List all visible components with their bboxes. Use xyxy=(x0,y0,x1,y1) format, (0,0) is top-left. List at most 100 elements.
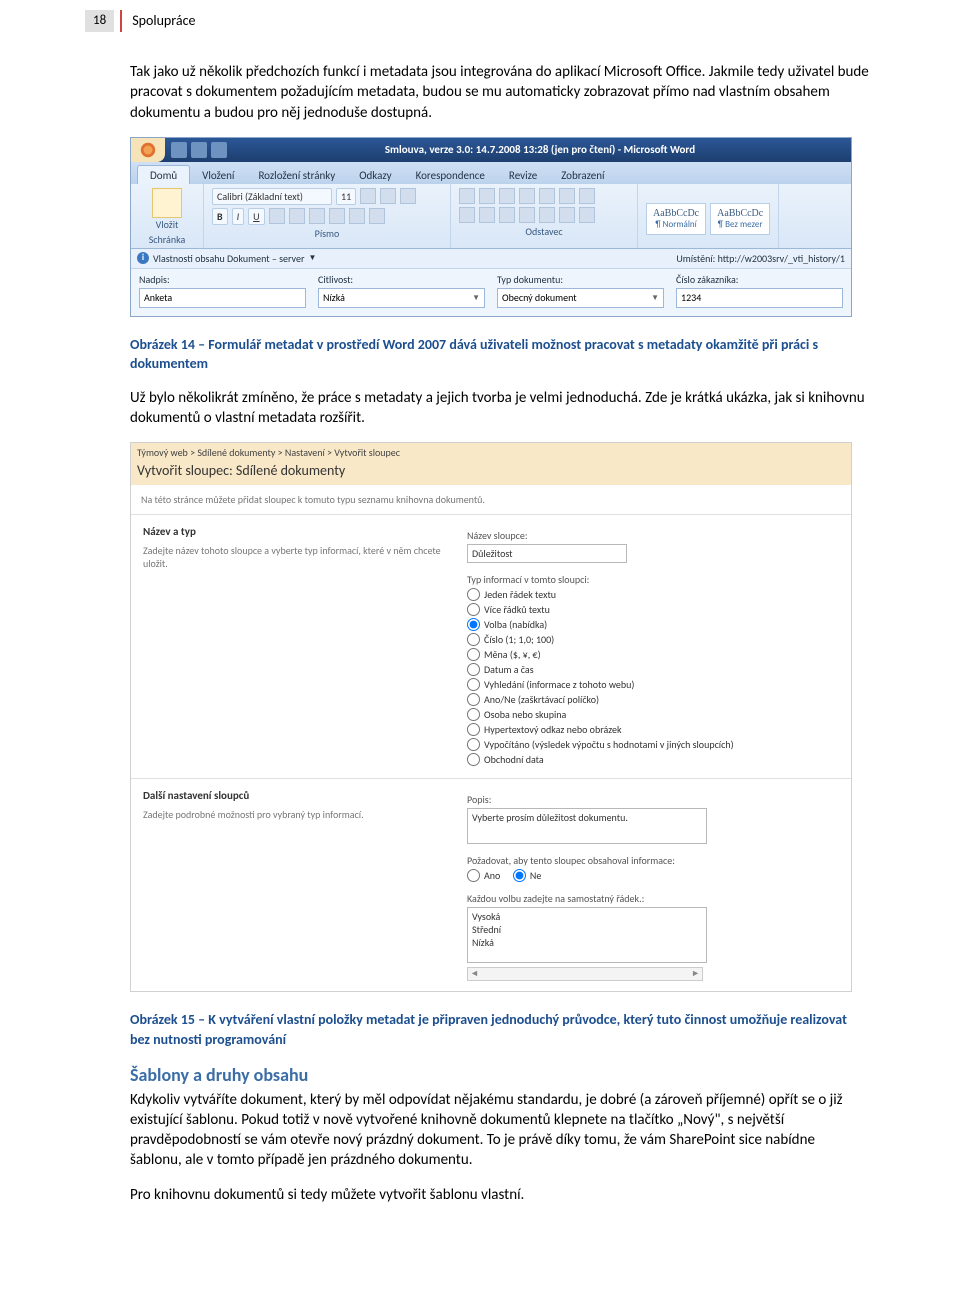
font-size-input[interactable]: 11 xyxy=(336,188,356,205)
require-yes-label: Ano xyxy=(484,869,500,882)
type-radio[interactable] xyxy=(467,633,480,646)
qat-save-icon[interactable] xyxy=(171,142,187,158)
type-radio[interactable] xyxy=(467,753,480,766)
case-icon[interactable] xyxy=(329,208,345,224)
require-no-radio[interactable] xyxy=(513,869,526,882)
tab-vlozeni[interactable]: Vložení xyxy=(190,166,246,184)
tab-domu[interactable]: Domů xyxy=(137,165,190,184)
tab-korespondence[interactable]: Korespondence xyxy=(404,166,497,184)
ribbon-tabs: Domů Vložení Rozložení stránky Odkazy Ko… xyxy=(131,162,851,184)
mid-paragraph: Už bylo několikrát zmíněno, že práce s m… xyxy=(130,388,870,429)
font-name-input[interactable]: Calibri (Základní text) xyxy=(212,188,332,205)
type-option[interactable]: Volba (nabídka) xyxy=(467,618,839,631)
shrink-font-icon[interactable] xyxy=(380,188,396,204)
multilevel-icon[interactable] xyxy=(499,188,515,204)
align-left-icon[interactable] xyxy=(459,207,475,223)
type-option[interactable]: Vypočítáno (výsledek výpočtu s hodnotami… xyxy=(467,738,839,751)
tab-rozlozeni[interactable]: Rozložení stránky xyxy=(246,166,347,184)
indent-dec-icon[interactable] xyxy=(519,188,535,204)
type-option[interactable]: Vyhledání (informace z tohoto webu) xyxy=(467,678,839,691)
type-radio[interactable] xyxy=(467,693,480,706)
bullets-icon[interactable] xyxy=(459,188,475,204)
clipboard-group-label: Schránka xyxy=(149,233,186,246)
type-radio[interactable] xyxy=(467,663,480,676)
clear-format-icon[interactable] xyxy=(400,188,416,204)
bold-button[interactable]: B xyxy=(212,208,228,225)
align-justify-icon[interactable] xyxy=(519,207,535,223)
nadpis-input[interactable]: Anketa xyxy=(139,288,306,308)
type-radio[interactable] xyxy=(467,603,480,616)
type-option-label: Více řádků textu xyxy=(484,603,550,616)
type-option[interactable]: Číslo (1; 1,0; 100) xyxy=(467,633,839,646)
typ-label: Typ dokumentu: xyxy=(497,273,664,286)
indent-inc-icon[interactable] xyxy=(539,188,555,204)
chevron-down-icon[interactable]: ▼ xyxy=(472,293,480,303)
group-styles: AaBbCcDc ¶ Normální AaBbCcDc ¶ Bez mezer xyxy=(638,184,779,248)
cislo-input[interactable]: 1234 xyxy=(676,288,843,308)
type-radio[interactable] xyxy=(467,588,480,601)
citlivost-input[interactable]: Nízká▼ xyxy=(318,288,485,308)
font-color-icon[interactable] xyxy=(369,208,385,224)
qat-undo-icon[interactable] xyxy=(191,142,207,158)
style-sample-1: AaBbCcDc xyxy=(653,208,699,219)
type-option[interactable]: Osoba nebo skupina xyxy=(467,708,839,721)
typ-input[interactable]: Obecný dokument▼ xyxy=(497,288,664,308)
type-option[interactable]: Hypertextový odkaz nebo obrázek xyxy=(467,723,839,736)
breadcrumb[interactable]: Týmový web > Sdílené dokumenty > Nastave… xyxy=(131,443,851,462)
grow-font-icon[interactable] xyxy=(360,188,376,204)
tab-revize[interactable]: Revize xyxy=(497,166,549,184)
line-spacing-icon[interactable] xyxy=(539,207,555,223)
meta-typ: Typ dokumentu: Obecný dokument▼ xyxy=(497,273,664,308)
type-radio[interactable] xyxy=(467,708,480,721)
align-center-icon[interactable] xyxy=(479,207,495,223)
choices-textarea[interactable]: Vysoká Střední Nízká xyxy=(467,907,707,963)
page-number: 18 xyxy=(85,10,114,32)
office-button[interactable] xyxy=(131,138,165,162)
type-option[interactable]: Jeden řádek textu xyxy=(467,588,839,601)
shading-icon[interactable] xyxy=(559,207,575,223)
sec2-heading: Další nastavení sloupců xyxy=(143,789,443,802)
require-yes-radio[interactable] xyxy=(467,869,480,882)
nadpis-label: Nadpis: xyxy=(139,273,306,286)
horizontal-scrollbar[interactable]: ◄► xyxy=(467,967,703,981)
borders-icon[interactable] xyxy=(579,207,595,223)
type-radio[interactable] xyxy=(467,618,480,631)
numbering-icon[interactable] xyxy=(479,188,495,204)
column-name-input[interactable]: Důležitost xyxy=(467,544,627,563)
paste-icon[interactable] xyxy=(152,188,182,218)
chevron-down-icon[interactable]: ▼ xyxy=(651,293,659,303)
style-normal[interactable]: AaBbCcDc ¶ Normální xyxy=(646,203,706,235)
scroll-right-icon[interactable]: ► xyxy=(691,968,700,980)
align-right-icon[interactable] xyxy=(499,207,515,223)
underline-button[interactable]: U xyxy=(248,208,264,225)
subscript-icon[interactable] xyxy=(289,208,305,224)
pilcrow-icon[interactable] xyxy=(579,188,595,204)
type-radio[interactable] xyxy=(467,678,480,691)
type-radio[interactable] xyxy=(467,738,480,751)
type-option-label: Ano/Ne (zaškrtávací políčko) xyxy=(484,693,599,706)
scroll-left-icon[interactable]: ◄ xyxy=(470,968,479,980)
info-bar-text[interactable]: Vlastnosti obsahu Dokument – server xyxy=(153,252,304,265)
font-group-label: Písmo xyxy=(315,227,340,240)
type-option[interactable]: Datum a čas xyxy=(467,663,839,676)
sp-page-title: Vytvořit sloupec: Sdílené dokumenty xyxy=(131,462,851,485)
sort-icon[interactable] xyxy=(559,188,575,204)
sp-description: Na této stránce můžete přidat sloupec k … xyxy=(131,485,851,514)
type-option[interactable]: Ano/Ne (zaškrtávací políčko) xyxy=(467,693,839,706)
popis-textarea[interactable]: Vyberte prosím důležitost dokumentu. xyxy=(467,808,707,844)
qat-redo-icon[interactable] xyxy=(211,142,227,158)
tab-odkazy[interactable]: Odkazy xyxy=(347,166,403,184)
type-option[interactable]: Měna ($, ¥, €) xyxy=(467,648,839,661)
type-radio[interactable] xyxy=(467,723,480,736)
type-option[interactable]: Více řádků textu xyxy=(467,603,839,616)
superscript-icon[interactable] xyxy=(309,208,325,224)
type-option[interactable]: Obchodní data xyxy=(467,753,839,766)
type-radio[interactable] xyxy=(467,648,480,661)
sharepoint-screenshot: Týmový web > Sdílené dokumenty > Nastave… xyxy=(130,442,852,992)
highlight-icon[interactable] xyxy=(349,208,365,224)
strike-icon[interactable] xyxy=(269,208,285,224)
tab-zobrazeni[interactable]: Zobrazení xyxy=(549,166,616,184)
italic-button[interactable]: I xyxy=(232,208,245,225)
chevron-down-icon[interactable]: ▼ xyxy=(308,253,316,263)
style-bezmezer[interactable]: AaBbCcDc ¶ Bez mezer xyxy=(710,203,770,235)
